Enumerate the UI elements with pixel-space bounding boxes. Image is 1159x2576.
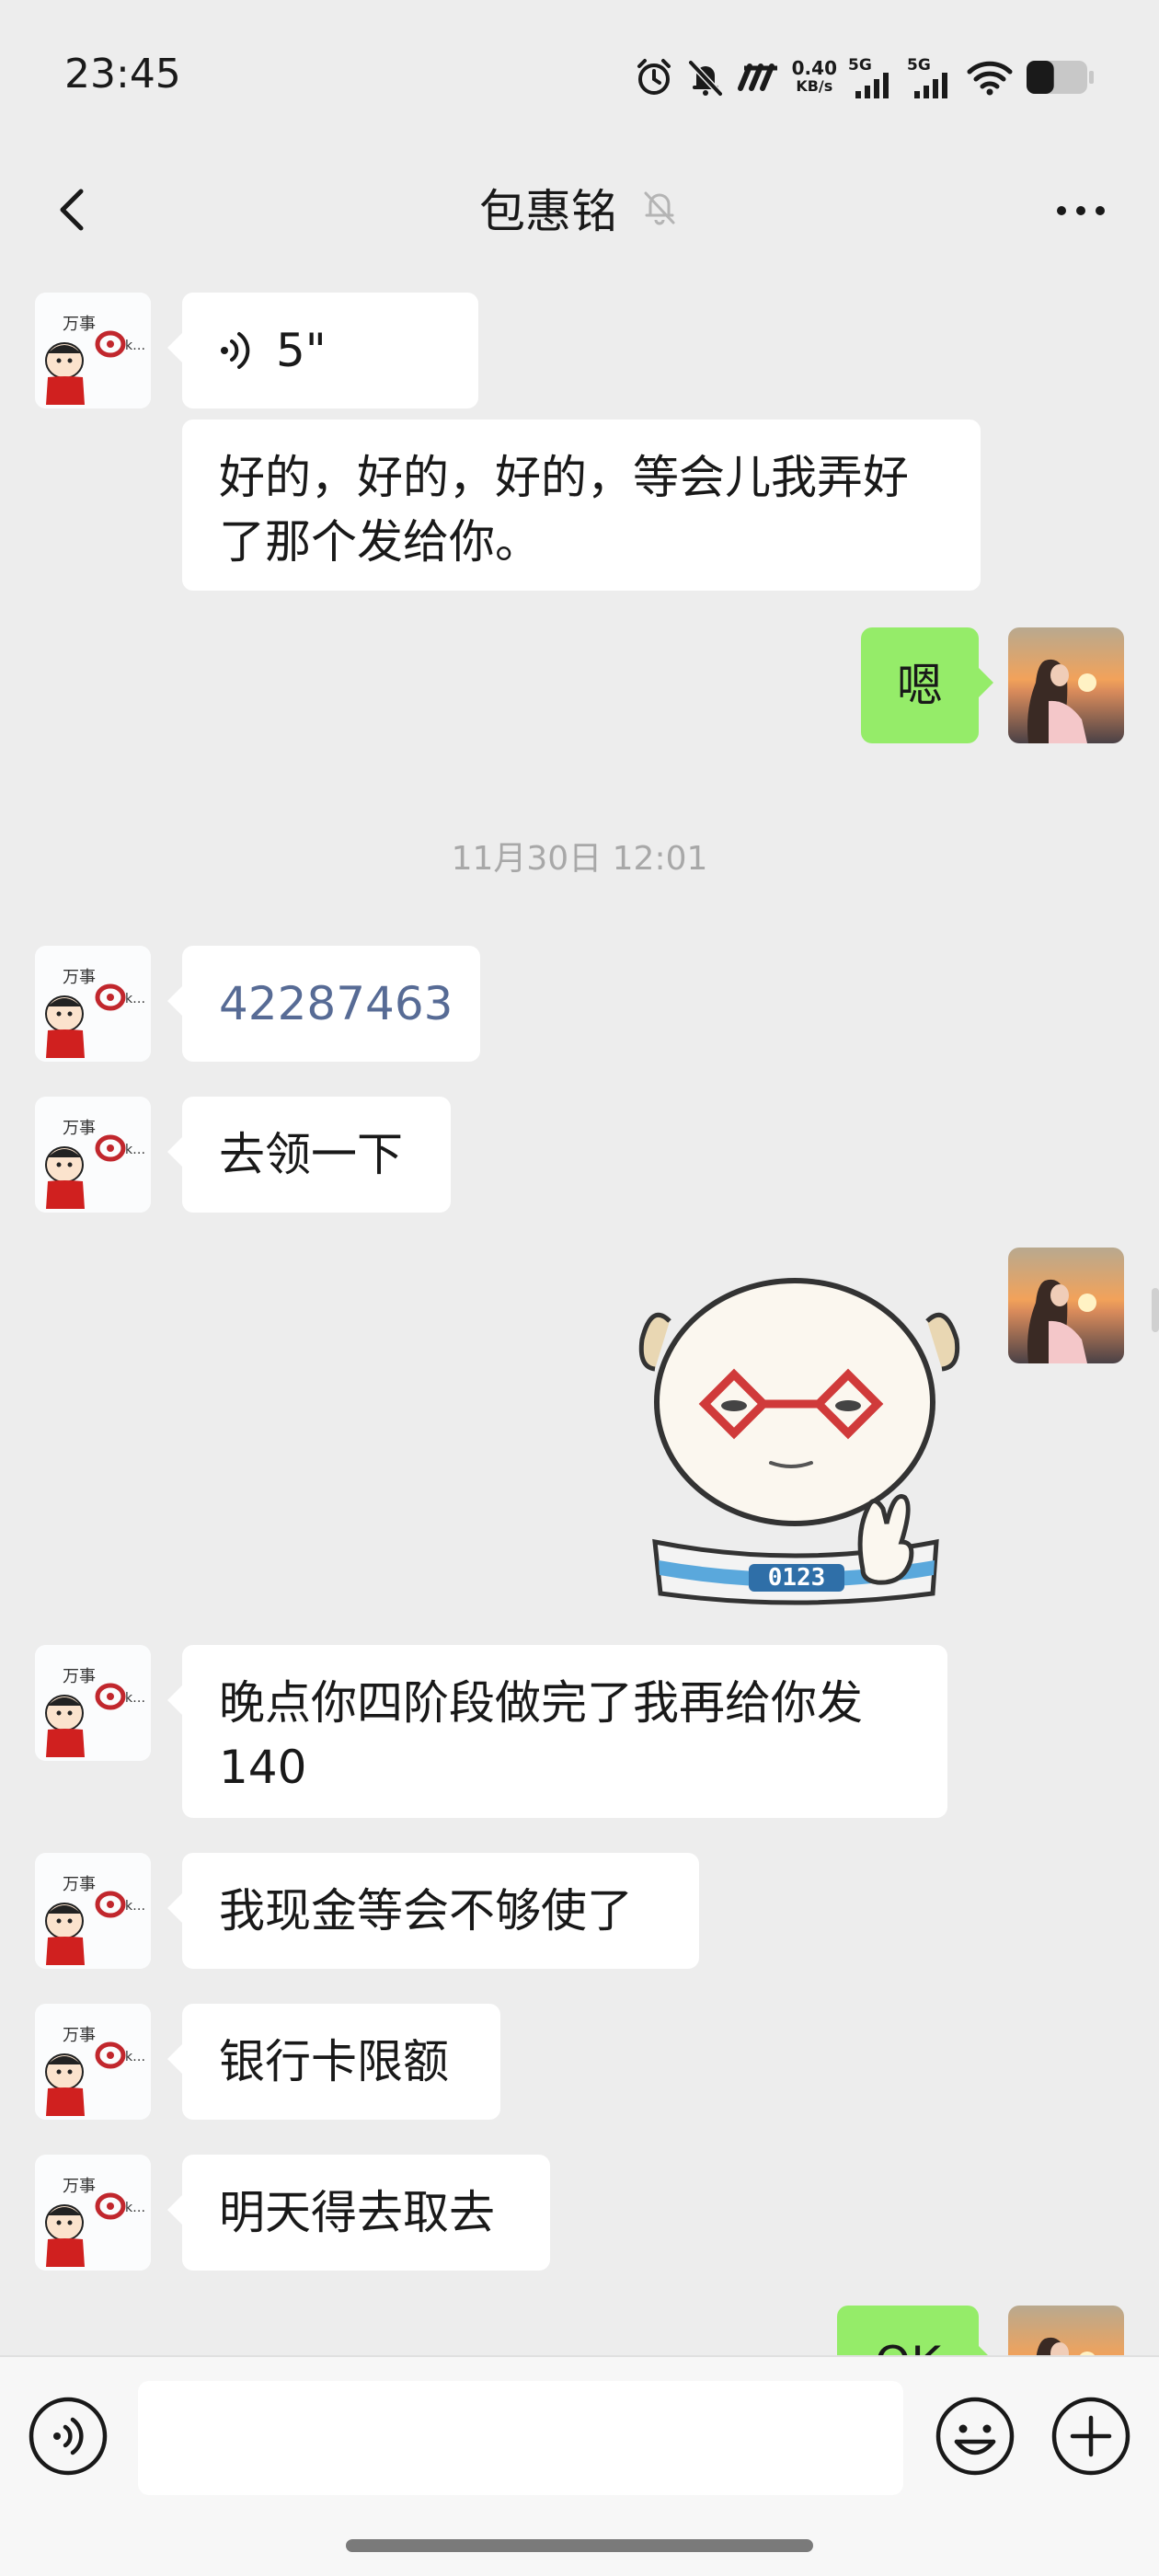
more-dots-icon [1057,206,1105,215]
avatar[interactable] [35,946,151,1062]
chat-header: 包惠铭 [0,147,1159,272]
avatar[interactable] [35,1097,151,1213]
message-input[interactable] [138,2381,903,2495]
signal-icon: 5G [848,56,896,98]
smiley-icon [935,2397,1015,2476]
home-indicator[interactable] [346,2539,813,2552]
sticker-text: 0123 [768,1564,826,1592]
voice-duration: 5" [276,324,327,377]
message-text: 我现金等会不够使了 [219,1884,633,1938]
message-text: OK [875,2337,941,2355]
avatar[interactable] [1008,627,1124,743]
chat-title: 包惠铭 [479,185,617,238]
plus-icon [1051,2397,1130,2476]
message-text: 去领一下 [219,1128,403,1181]
avatar[interactable] [1008,2306,1124,2355]
carrier-icon [737,61,781,94]
message-text: 嗯 [897,659,943,712]
message-bubble[interactable]: 晚点你四阶段做完了我再给你发140 [167,1645,947,1818]
more-actions-button[interactable] [1050,2396,1131,2477]
status-icons: 0.40 KB/s 5G 5G [634,53,1095,101]
network-speed: 0.40 KB/s [791,57,837,95]
status-time: 23:45 [64,51,181,98]
avatar[interactable] [1008,1248,1124,1363]
battery-icon [1025,59,1095,96]
mute-icon [685,57,726,98]
signal-icon: 5G [907,56,955,98]
message-bubble[interactable]: OK [837,2306,993,2355]
avatar[interactable] [35,2155,151,2271]
message-text: 银行卡限额 [219,2035,449,2088]
message-bubble[interactable]: 我现金等会不够使了 [167,1853,699,1969]
message-list[interactable]: 万事 k… [0,272,1159,2355]
message-text: 明天得去取去 [219,2186,495,2239]
voice-icon [29,2397,108,2476]
timestamp: 11月30日 12:01 [451,840,708,878]
message-link[interactable]: 42287463 [219,977,453,1030]
more-options-button[interactable] [1039,188,1122,234]
message-text: 好的，好的，好的，等会儿我弄好了那个发给你。 [219,451,909,569]
voice-input-button[interactable] [28,2396,109,2477]
avatar[interactable] [35,293,151,408]
avatar[interactable] [35,1853,151,1969]
message-bubble[interactable]: 明天得去取去 [167,2155,550,2271]
status-bar: 23:45 0.40 KB/s 5G 5G [0,0,1159,147]
sticker-message[interactable]: 0123 [614,1266,982,1616]
muted-bell-icon [639,186,680,230]
emoji-button[interactable] [935,2396,1016,2477]
avatar[interactable] [35,2004,151,2120]
wifi-icon [966,59,1014,96]
scrollbar[interactable] [1152,1288,1159,1332]
voice-wave-icon [221,332,250,369]
message-bubble[interactable]: 银行卡限额 [167,2004,500,2120]
message-bubble[interactable]: 嗯 [861,627,993,743]
message-text: 晚点你四阶段做完了我再给你发140 [219,1676,863,1794]
avatar[interactable] [35,1645,151,1761]
voice-message-bubble[interactable]: 5" [167,293,478,408]
alarm-icon [634,57,674,98]
message-bubble[interactable]: 好的，好的，好的，等会儿我弄好了那个发给你。 [182,420,981,591]
message-bubble[interactable]: 去领一下 [167,1097,451,1213]
message-bubble[interactable]: 42287463 [167,946,480,1062]
